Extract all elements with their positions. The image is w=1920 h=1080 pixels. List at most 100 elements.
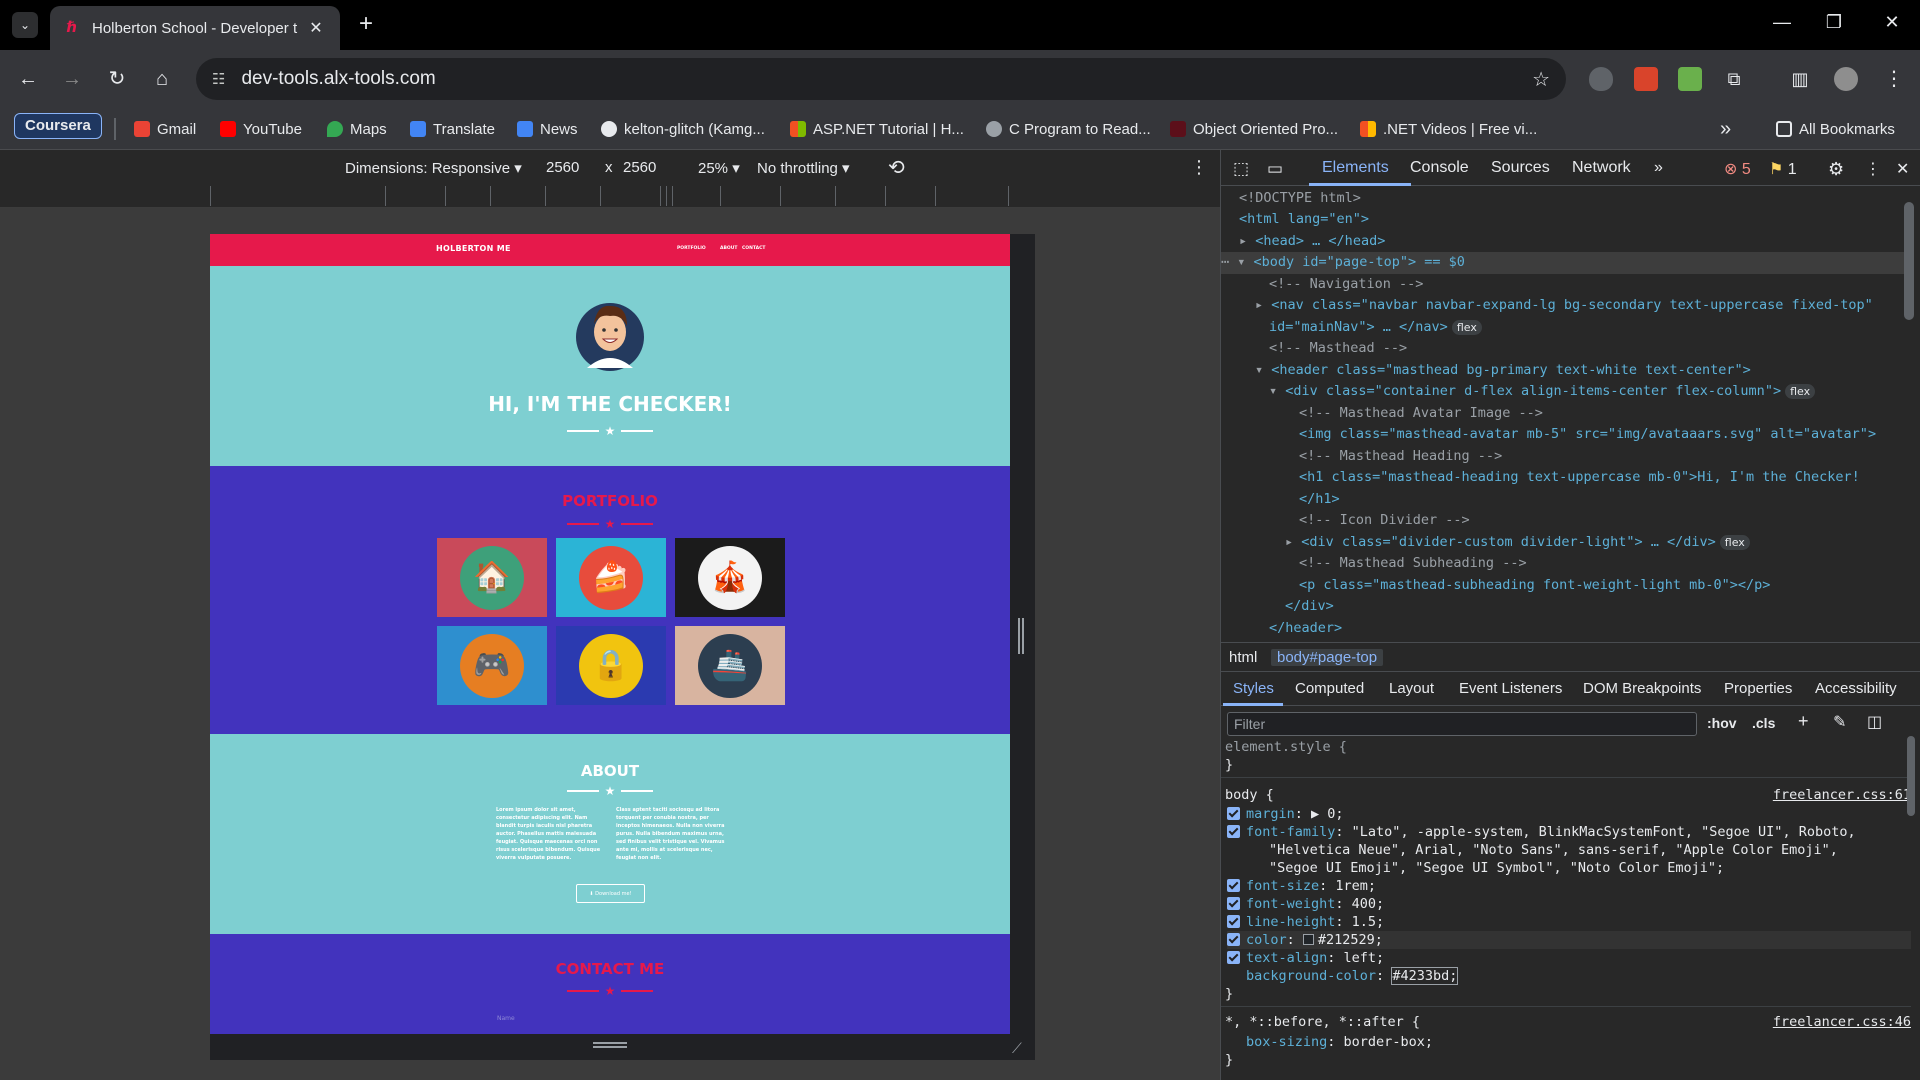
breadcrumb-html[interactable]: html <box>1229 649 1257 666</box>
red-extension-icon[interactable] <box>1634 67 1658 91</box>
inspect-element-icon[interactable]: ⬚ <box>1233 159 1249 179</box>
css-prop-line-height[interactable]: line-height: 1.5; <box>1227 913 1911 931</box>
bookmark-dotnet[interactable]: .NET Videos | Free vi... <box>1360 118 1537 140</box>
subtab-styles[interactable]: Styles <box>1233 680 1274 697</box>
settings-gear-icon[interactable]: ⚙ <box>1828 159 1844 180</box>
portfolio-item-cabin[interactable]: 🏠 <box>437 538 547 617</box>
css-prop-font-size[interactable]: font-size: 1rem; <box>1227 877 1911 895</box>
error-count[interactable]: ⊗ 5 <box>1724 159 1751 179</box>
dom-scrollbar[interactable] <box>1904 202 1914 320</box>
minimize-button[interactable]: — <box>1770 12 1794 33</box>
subtab-properties[interactable]: Properties <box>1724 680 1792 697</box>
forward-arrow-icon[interactable]: → <box>60 67 84 91</box>
bookmark-aspnet[interactable]: ASP.NET Tutorial | H... <box>790 118 964 140</box>
bookmark-star-icon[interactable]: ☆ <box>1532 67 1550 92</box>
subtab-event-listeners[interactable]: Event Listeners <box>1459 680 1562 697</box>
all-bookmarks[interactable]: All Bookmarks <box>1776 118 1895 140</box>
bookmarks-overflow-chevron[interactable]: » <box>1720 118 1731 140</box>
bookmark-maps[interactable]: Maps <box>327 118 387 140</box>
css-prop-margin[interactable]: margin: ▶ 0; <box>1227 805 1911 823</box>
subtab-accessibility[interactable]: Accessibility <box>1815 680 1897 697</box>
device-toggle-icon[interactable]: ▭ <box>1267 159 1283 179</box>
new-rule-plus-icon[interactable]: + <box>1798 711 1809 732</box>
bookmark-youtube[interactable]: YouTube <box>220 118 302 140</box>
dimensions-dropdown[interactable]: Dimensions: Responsive ▾ <box>345 159 522 177</box>
side-panel-icon[interactable]: ▥ <box>1788 67 1812 91</box>
throttling-dropdown[interactable]: No throttling ▾ <box>757 159 850 177</box>
dom-line-selected[interactable]: ⋯ ▾ <body id="page-top"> == $0 <box>1221 252 1911 274</box>
extensions-puzzle-icon[interactable]: ⧉ <box>1722 67 1746 91</box>
download-button[interactable]: ⬇ Download me! <box>576 884 645 903</box>
tab-elements[interactable]: Elements <box>1322 159 1389 177</box>
portfolio-item-circus[interactable]: 🎪 <box>675 538 785 617</box>
checkbox-icon[interactable] <box>1227 807 1240 820</box>
more-tabs-chevron[interactable]: » <box>1654 159 1663 177</box>
portfolio-item-safe[interactable]: 🔒 <box>556 626 666 705</box>
dom-line[interactable]: id="mainNav"> … </nav> flex <box>1269 317 1911 339</box>
css-prop-box-sizing[interactable]: box-sizing: border-box; <box>1246 1033 1911 1051</box>
viewport-height-input[interactable]: 2560 <box>623 159 656 176</box>
dom-line[interactable]: <!-- Masthead Subheading --> <box>1299 553 1911 575</box>
dom-line[interactable]: ▾ <div class="container d-flex align-ite… <box>1269 381 1911 403</box>
devtools-close-icon[interactable]: ✕ <box>1896 159 1909 179</box>
restore-button[interactable]: ❐ <box>1822 12 1846 33</box>
bookmark-c-program[interactable]: C Program to Read... <box>986 118 1151 140</box>
styles-filter-input[interactable]: Filter <box>1227 712 1697 736</box>
dom-line[interactable]: <html lang="en"> <box>1239 209 1911 231</box>
subtab-dom-breakpoints[interactable]: DOM Breakpoints <box>1583 680 1701 697</box>
breadcrumb-body[interactable]: body#page-top <box>1271 649 1384 666</box>
css-prop-color[interactable]: color: #212529; <box>1227 931 1911 949</box>
resize-handle-side[interactable] <box>1018 618 1024 654</box>
flex-badge[interactable]: flex <box>1719 535 1750 550</box>
profile-avatar[interactable] <box>1834 67 1858 91</box>
dom-line[interactable]: ▸ <nav class="navbar navbar-expand-lg bg… <box>1255 295 1911 317</box>
bookmark-translate[interactable]: Translate <box>410 118 495 140</box>
dom-tree[interactable]: <!DOCTYPE html> <html lang="en"> ▸ <head… <box>1221 186 1911 642</box>
styles-scrollbar[interactable] <box>1907 736 1915 816</box>
paint-brush-icon[interactable]: ✎ <box>1833 712 1846 732</box>
devtools-menu-icon[interactable]: ⋮ <box>1865 159 1881 179</box>
dom-line[interactable]: <img class="masthead-avatar mb-5" src="i… <box>1299 424 1911 446</box>
dom-line[interactable]: <!-- Masthead Avatar Image --> <box>1299 403 1911 425</box>
device-toolbar-menu-icon[interactable]: ⋮ <box>1190 157 1208 178</box>
dom-line[interactable]: ▸ <head> … </head> <box>1239 231 1911 253</box>
checkbox-icon[interactable] <box>1227 933 1240 946</box>
home-icon[interactable]: ⌂ <box>150 67 174 91</box>
zoom-dropdown[interactable]: 25% ▾ <box>698 159 740 177</box>
site-info-icon[interactable]: ☷ <box>212 70 225 88</box>
browser-menu-icon[interactable]: ⋮ <box>1882 67 1906 91</box>
rotate-icon[interactable]: ⟲ <box>888 155 905 180</box>
browser-tab-active[interactable]: ℏ Holberton School - Developer t ✕ <box>50 6 340 50</box>
viewport-width-input[interactable]: 2560 <box>546 159 579 176</box>
checkbox-icon[interactable] <box>1227 825 1240 838</box>
dom-line[interactable]: ▸ <div class="divider-custom divider-lig… <box>1285 532 1911 554</box>
body-rule-source-link[interactable]: freelancer.css:61 <box>1773 786 1911 804</box>
address-bar[interactable]: ☷ dev-tools.alx-tools.com ☆ <box>196 58 1566 100</box>
shield-extension-icon[interactable] <box>1589 67 1613 91</box>
dom-line[interactable]: <!-- Masthead Heading --> <box>1299 446 1911 468</box>
name-field[interactable]: Name <box>497 1015 515 1022</box>
styles-pane[interactable]: element.style { } body { freelancer.css:… <box>1221 740 1911 1080</box>
checkbox-icon[interactable] <box>1227 897 1240 910</box>
new-tab-button[interactable]: + <box>354 12 378 36</box>
hov-toggle[interactable]: :hov <box>1707 715 1737 731</box>
tab-close-icon[interactable]: ✕ <box>306 18 326 38</box>
resize-handle-bottom[interactable] <box>593 1042 627 1048</box>
checkbox-icon[interactable] <box>1227 879 1240 892</box>
close-window-button[interactable]: ✕ <box>1880 12 1904 33</box>
bookmark-gmail[interactable]: Gmail <box>134 118 196 140</box>
bookmark-oop[interactable]: Object Oriented Pro... <box>1170 118 1338 140</box>
tab-sources[interactable]: Sources <box>1491 159 1550 177</box>
nav-link-contact[interactable]: CONTACT <box>742 246 765 251</box>
color-swatch[interactable] <box>1302 934 1314 945</box>
tab-search-chevron-icon[interactable]: ⌄ <box>12 12 38 38</box>
bookmark-news[interactable]: News <box>517 118 578 140</box>
computed-sidebar-icon[interactable]: ◫ <box>1867 712 1882 732</box>
css-prop-text-align[interactable]: text-align: left; <box>1227 949 1911 967</box>
dom-line[interactable]: <p class="masthead-subheading font-weigh… <box>1299 575 1911 597</box>
dom-line[interactable]: </div> <box>1285 596 1911 618</box>
subtab-layout[interactable]: Layout <box>1389 680 1434 697</box>
portfolio-item-cake[interactable]: 🍰 <box>556 538 666 617</box>
dom-line[interactable]: <h1 class="masthead-heading text-upperca… <box>1299 467 1911 489</box>
nav-link-about[interactable]: ABOUT <box>720 246 737 251</box>
